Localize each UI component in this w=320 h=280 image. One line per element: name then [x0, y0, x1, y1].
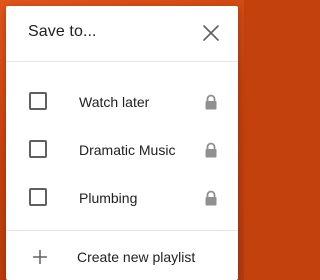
- playlist-item-dramatic-music[interactable]: Dramatic Music: [6, 128, 238, 176]
- playlist-item-watch-later[interactable]: Watch later: [6, 80, 238, 128]
- create-playlist-label: Create new playlist: [77, 249, 196, 265]
- playlist-checkbox[interactable]: [29, 188, 47, 206]
- close-button[interactable]: [199, 21, 223, 45]
- dialog-title: Save to...: [28, 23, 97, 40]
- lock-icon: [205, 190, 217, 206]
- playlist-label: Watch later: [79, 94, 150, 110]
- lock-icon: [205, 142, 217, 158]
- playlist-label: Dramatic Music: [79, 142, 176, 158]
- lock-icon: [205, 94, 217, 110]
- playlist-checkbox[interactable]: [29, 140, 47, 158]
- plus-icon: [33, 250, 47, 264]
- save-to-dialog: Save to... Watch later Dramatic Music Pl…: [6, 6, 238, 280]
- playlist-checkbox[interactable]: [29, 92, 47, 110]
- playlist-label: Plumbing: [79, 190, 138, 206]
- header-divider: [6, 61, 238, 62]
- create-new-playlist-button[interactable]: Create new playlist: [6, 239, 238, 279]
- close-icon: [203, 25, 219, 41]
- footer-divider: [6, 230, 238, 231]
- playlist-item-plumbing[interactable]: Plumbing: [6, 176, 238, 224]
- dialog-header: Save to...: [6, 6, 238, 60]
